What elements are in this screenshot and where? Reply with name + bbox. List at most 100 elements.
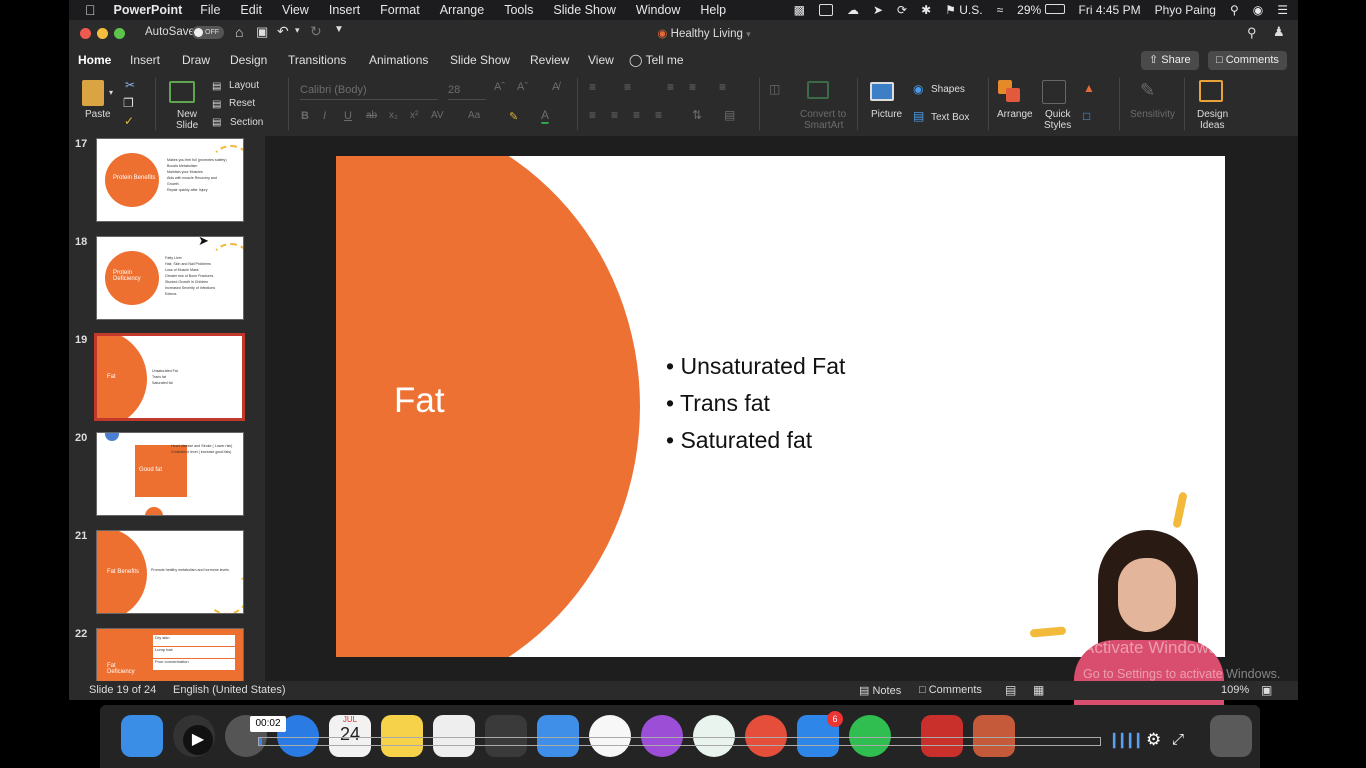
numbering-icon[interactable]: ≡ bbox=[624, 80, 631, 94]
slide-sorter-icon[interactable]: ▦ bbox=[1033, 683, 1044, 697]
picture-button[interactable]: Picture bbox=[871, 109, 902, 120]
underline-icon[interactable]: U bbox=[344, 110, 352, 122]
copy-icon[interactable]: ❐ bbox=[123, 96, 134, 110]
acrobat-icon[interactable] bbox=[921, 715, 963, 757]
slide-thumbnail-21[interactable]: Fat Benefits Promote healthy metabolism … bbox=[96, 530, 244, 614]
menu-slide-show[interactable]: Slide Show bbox=[553, 3, 616, 17]
shape-outline-icon[interactable]: □ bbox=[1083, 109, 1090, 123]
keynote-icon[interactable] bbox=[537, 715, 579, 757]
menu-window[interactable]: Window bbox=[636, 3, 680, 17]
tell-me-search[interactable]: ◯ Tell me bbox=[629, 53, 684, 67]
design-ideas-label-2[interactable]: Ideas bbox=[1200, 120, 1224, 131]
subscript-icon[interactable]: x₂ bbox=[389, 110, 398, 121]
share-people-icon[interactable]: ♟ bbox=[1273, 24, 1285, 40]
notes-button[interactable]: ▤ Notes bbox=[859, 684, 901, 697]
section-button[interactable]: Section bbox=[230, 117, 263, 128]
slide-thumbnail-22[interactable]: Fat Deficiency Dry skin Lump hair Poor c… bbox=[96, 628, 244, 681]
align-left-icon[interactable]: ≡ bbox=[589, 108, 596, 122]
menu-format[interactable]: Format bbox=[380, 3, 420, 17]
menu-arrange[interactable]: Arrange bbox=[440, 3, 484, 17]
tab-slide-show[interactable]: Slide Show bbox=[450, 53, 510, 67]
notification-center-icon[interactable]: ☰ bbox=[1277, 3, 1288, 17]
notes-app-icon[interactable] bbox=[381, 715, 423, 757]
align-text-icon[interactable]: ▤ bbox=[724, 108, 735, 122]
time-machine-icon[interactable]: ⟳ bbox=[897, 3, 907, 17]
battery-indicator[interactable]: 29% bbox=[1017, 3, 1065, 17]
clock[interactable]: Fri 4:45 PM bbox=[1079, 3, 1141, 17]
picture-icon[interactable] bbox=[870, 82, 894, 101]
bluetooth-icon[interactable]: ✱ bbox=[921, 3, 931, 17]
cloud-icon[interactable]: ☁ bbox=[847, 3, 859, 17]
shape-fill-icon[interactable]: ▲ bbox=[1083, 81, 1095, 95]
quick-styles-label-1[interactable]: Quick bbox=[1045, 109, 1071, 120]
columns-icon[interactable]: ◫ bbox=[769, 82, 780, 96]
minimize-window-button[interactable] bbox=[97, 28, 108, 39]
font-name-select[interactable]: Calibri (Body) bbox=[300, 81, 438, 100]
tab-draw[interactable]: Draw bbox=[182, 53, 210, 67]
quick-styles-label-2[interactable]: Styles bbox=[1044, 120, 1071, 131]
search-icon[interactable]: ⚲ bbox=[1247, 25, 1257, 41]
zoom-level[interactable]: 109% bbox=[1221, 684, 1249, 696]
close-window-button[interactable] bbox=[80, 28, 91, 39]
increase-indent-icon[interactable]: ≡ bbox=[689, 80, 696, 94]
font-size-select[interactable]: 28 bbox=[448, 81, 486, 100]
justify-icon[interactable]: ≡ bbox=[655, 108, 662, 122]
whatsapp-icon[interactable] bbox=[849, 715, 891, 757]
character-spacing-icon[interactable]: AV bbox=[431, 110, 444, 121]
app-store-icon[interactable]: 6 bbox=[797, 711, 843, 757]
title-chevron-icon[interactable]: ▾ bbox=[746, 29, 751, 39]
shapes-button[interactable]: Shapes bbox=[931, 84, 965, 95]
align-right-icon[interactable]: ≡ bbox=[633, 108, 640, 122]
slide-orange-circle[interactable] bbox=[336, 156, 640, 657]
increase-font-icon[interactable]: Aˆ bbox=[494, 81, 505, 93]
convert-smartart-label-2[interactable]: SmartArt bbox=[804, 120, 843, 131]
arrange-button[interactable]: Arrange bbox=[997, 109, 1033, 120]
cursor-icon[interactable]: ➤ bbox=[873, 3, 883, 17]
menu-help[interactable]: Help bbox=[700, 3, 726, 17]
trash-icon[interactable] bbox=[1210, 715, 1252, 757]
new-slide-label-1[interactable]: New bbox=[177, 109, 197, 120]
fit-to-window-icon[interactable]: ▣ bbox=[1261, 683, 1272, 697]
text-direction-icon[interactable]: ⇅ bbox=[692, 108, 702, 122]
app-status-icon[interactable] bbox=[818, 4, 833, 16]
tab-view[interactable]: View bbox=[588, 53, 614, 67]
camera-icon[interactable]: ▩ bbox=[794, 3, 805, 17]
fullscreen-icon[interactable]: ⤢ bbox=[1172, 731, 1184, 748]
change-case-icon[interactable]: Aa bbox=[468, 110, 480, 121]
stocks-icon[interactable] bbox=[693, 715, 735, 757]
reminders-icon[interactable] bbox=[433, 715, 475, 757]
layout-icon[interactable]: ▤ bbox=[212, 81, 221, 92]
new-slide-icon[interactable] bbox=[169, 81, 195, 103]
customize-toolbar-icon[interactable]: ▼ bbox=[334, 24, 344, 35]
highlight-color-icon[interactable]: ✎ bbox=[509, 110, 518, 123]
strikethrough-icon[interactable]: ab bbox=[366, 110, 377, 121]
bold-icon[interactable]: B bbox=[301, 110, 309, 122]
slide-thumbnail-19[interactable]: Fat Unsaturated Fat Trans fat Saturated fa… bbox=[94, 333, 245, 421]
menu-edit[interactable]: Edit bbox=[240, 3, 262, 17]
menu-insert[interactable]: Insert bbox=[329, 3, 360, 17]
save-icon[interactable]: ▣ bbox=[256, 24, 268, 40]
status-comments-button[interactable]: □ Comments bbox=[919, 684, 982, 696]
app-menu[interactable]: PowerPoint bbox=[114, 3, 183, 17]
tab-design[interactable]: Design bbox=[230, 53, 267, 67]
decrease-indent-icon[interactable]: ≡ bbox=[667, 80, 674, 94]
user-menu[interactable]: Phyo Paing bbox=[1155, 3, 1216, 17]
play-button[interactable]: ▶ bbox=[183, 725, 213, 755]
wifi-icon[interactable]: ≈ bbox=[997, 3, 1004, 17]
layout-button[interactable]: Layout bbox=[229, 80, 259, 91]
input-source-menu[interactable]: ⚑ U.S. bbox=[945, 3, 982, 17]
calendar-icon[interactable]: JUL 24 bbox=[329, 715, 371, 757]
clear-formatting-icon[interactable]: A̸ bbox=[552, 81, 559, 93]
numbers-icon[interactable] bbox=[485, 715, 527, 757]
apple-menu-icon[interactable]:  bbox=[85, 2, 96, 18]
convert-smartart-label-1[interactable]: Convert to bbox=[800, 109, 846, 120]
volume-icon[interactable]: ▎▎▎▎ bbox=[1113, 733, 1147, 749]
slide-thumbnail-18[interactable]: Protein Deficiency Fatty Liver Hair, Skin… bbox=[96, 236, 244, 320]
spotlight-search-icon[interactable]: ⚲ bbox=[1230, 3, 1239, 17]
bullet-item[interactable]: Unsaturated Fat bbox=[666, 348, 845, 385]
format-painter-icon[interactable]: ✓ bbox=[124, 114, 134, 128]
italic-icon[interactable]: I bbox=[323, 110, 326, 122]
slide-title[interactable]: Fat bbox=[394, 381, 445, 421]
reset-icon[interactable]: ▤ bbox=[212, 99, 221, 110]
slide-thumbnail-20[interactable]: Good fat Heart disease and Stroke ( Lowe… bbox=[96, 432, 244, 516]
